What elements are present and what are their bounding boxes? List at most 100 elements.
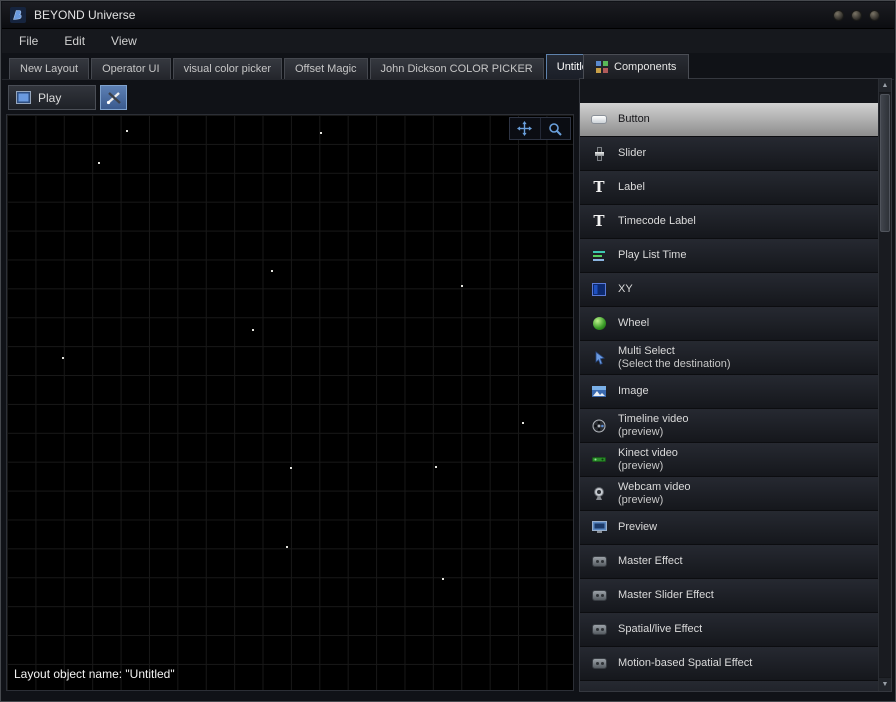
component-item-text: Kinect video(preview): [618, 447, 678, 473]
component-item-label: Timecode Label: [618, 215, 696, 228]
component-item-pause-effect[interactable]: Pause Effect: [580, 681, 878, 691]
star-dot: [98, 162, 100, 164]
component-item-text: Timeline video(preview): [618, 413, 689, 439]
effect-icon: [580, 658, 618, 669]
component-item-timecode-label[interactable]: TTimecode Label: [580, 205, 878, 239]
play-button-label: Play: [38, 91, 61, 105]
playlist-time-icon: [580, 249, 618, 262]
tab-visual-color-picker[interactable]: visual color picker: [173, 58, 282, 79]
star-dot: [461, 285, 463, 287]
button-icon: [580, 115, 618, 124]
star-dot: [522, 422, 524, 424]
component-item-webcam-video[interactable]: Webcam video(preview): [580, 477, 878, 511]
play-window-icon: [16, 91, 31, 104]
component-item-label: Play List Time: [618, 249, 686, 262]
star-dot: [62, 357, 64, 359]
timeline-video-icon: [580, 419, 618, 433]
menu-edit[interactable]: Edit: [51, 30, 98, 52]
title-bar: BEYOND Universe: [2, 2, 894, 29]
component-item-label: Slider: [618, 147, 646, 160]
play-button[interactable]: Play: [8, 85, 96, 110]
menu-view[interactable]: View: [98, 30, 150, 52]
component-item-image[interactable]: Image: [580, 375, 878, 409]
component-item-master-effect[interactable]: Master Effect: [580, 545, 878, 579]
slider-icon: [580, 147, 618, 161]
zoom-button[interactable]: [540, 118, 571, 139]
component-item-slider[interactable]: Slider: [580, 137, 878, 171]
component-item-text: Webcam video(preview): [618, 481, 691, 507]
component-item-label: Image: [618, 385, 649, 398]
effect-icon: [580, 590, 618, 601]
tab-operator-ui[interactable]: Operator UI: [91, 58, 170, 79]
component-item-motion-based-spatial-effect[interactable]: Motion-based Spatial Effect: [580, 647, 878, 681]
component-item-text: Spatial/live Effect: [618, 623, 702, 636]
wheel-icon: [580, 317, 618, 330]
component-item-spatial-live-effect[interactable]: Spatial/live Effect: [580, 613, 878, 647]
timecode-label-icon: T: [580, 214, 618, 229]
layout-tab-bar: New LayoutOperator UIvisual color picker…: [2, 54, 894, 80]
component-item-master-slider-effect[interactable]: Master Slider Effect: [580, 579, 878, 613]
component-item-label: Timeline video: [618, 413, 689, 426]
effect-icon: [580, 556, 618, 567]
tab-new-layout[interactable]: New Layout: [9, 58, 89, 79]
component-item-sublabel: (Select the destination): [618, 358, 731, 371]
components-tab-label: Components: [614, 61, 676, 73]
component-item-label: Kinect video: [618, 447, 678, 460]
components-scrollbar[interactable]: ▲ ▼: [878, 79, 891, 691]
menu-bar: FileEditView: [2, 29, 894, 53]
scroll-down-arrow-icon[interactable]: ▼: [879, 677, 891, 691]
canvas-toolbar: [509, 117, 571, 140]
multi-select-icon: [580, 351, 618, 365]
close-button[interactable]: [869, 10, 880, 21]
component-item-label: Label: [618, 181, 645, 194]
move-icon: [517, 121, 532, 136]
layout-canvas[interactable]: Layout object name: "Untitled": [6, 114, 574, 691]
kinect-video-icon: [580, 455, 618, 464]
component-item-wheel[interactable]: Wheel: [580, 307, 878, 341]
maximize-button[interactable]: [851, 10, 862, 21]
components-list: ButtonSliderTLabelTTimecode LabelPlay Li…: [580, 79, 878, 691]
component-item-button[interactable]: Button: [580, 103, 878, 137]
image-icon: [580, 386, 618, 397]
component-item-preview[interactable]: Preview: [580, 511, 878, 545]
magic-tools-button[interactable]: [100, 85, 127, 110]
component-item-text: Image: [618, 385, 649, 398]
star-dot: [320, 132, 322, 134]
tab-components[interactable]: Components: [583, 54, 689, 79]
component-item-text: Label: [618, 181, 645, 194]
component-item-xy[interactable]: XY: [580, 273, 878, 307]
scrollbar-thumb[interactable]: [880, 94, 890, 232]
component-item-multi-select[interactable]: Multi Select(Select the destination): [580, 341, 878, 375]
toolbar: Play: [8, 85, 127, 110]
component-item-text: Preview: [618, 521, 657, 534]
component-item-text: XY: [618, 283, 633, 296]
star-dot: [290, 467, 292, 469]
app-window: BEYOND Universe FileEditView New LayoutO…: [0, 0, 896, 702]
pan-button[interactable]: [510, 118, 540, 139]
star-dot: [286, 546, 288, 548]
magic-wand-icon: [106, 91, 122, 105]
component-item-timeline-video[interactable]: Timeline video(preview): [580, 409, 878, 443]
components-icon: [596, 61, 608, 73]
component-item-text: Motion-based Spatial Effect: [618, 657, 752, 670]
minimize-button[interactable]: [833, 10, 844, 21]
star-dot: [271, 270, 273, 272]
app-logo-icon: [10, 7, 26, 23]
tab-offset-magic[interactable]: Offset Magic: [284, 58, 368, 79]
component-item-label[interactable]: TLabel: [580, 171, 878, 205]
tab-john-dickson-color-picker[interactable]: John Dickson COLOR PICKER: [370, 58, 544, 79]
component-item-label: Master Effect: [618, 555, 683, 568]
star-dot: [126, 130, 128, 132]
menu-file[interactable]: File: [6, 30, 51, 52]
preview-icon: [580, 521, 618, 534]
star-dot: [435, 466, 437, 468]
label-icon: T: [580, 180, 618, 195]
component-item-text: Button: [618, 113, 650, 126]
component-item-label: Webcam video: [618, 481, 691, 494]
component-item-text: Play List Time: [618, 249, 686, 262]
window-title: BEYOND Universe: [34, 8, 135, 22]
component-item-text: Slider: [618, 147, 646, 160]
component-item-play-list-time[interactable]: Play List Time: [580, 239, 878, 273]
component-item-kinect-video[interactable]: Kinect video(preview): [580, 443, 878, 477]
scroll-up-arrow-icon[interactable]: ▲: [879, 79, 891, 93]
